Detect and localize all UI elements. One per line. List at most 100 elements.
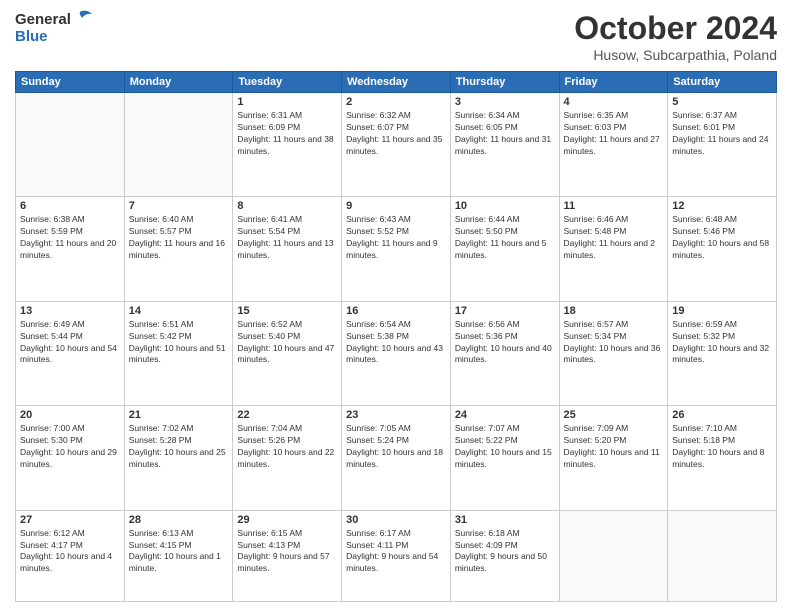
calendar-cell: 28 Sunrise: 6:13 AMSunset: 4:15 PMDayligh… xyxy=(124,510,233,601)
header-tuesday: Tuesday xyxy=(233,72,342,93)
day-info: Sunrise: 6:40 AMSunset: 5:57 PMDaylight:… xyxy=(129,214,229,262)
day-info: Sunrise: 7:04 AMSunset: 5:26 PMDaylight:… xyxy=(237,423,337,471)
page: General Blue October 2024 Husow, Subcarp… xyxy=(0,0,792,612)
calendar-header-row: Sunday Monday Tuesday Wednesday Thursday… xyxy=(16,72,777,93)
calendar-week-row: 13 Sunrise: 6:49 AMSunset: 5:44 PMDayligh… xyxy=(16,301,777,405)
day-info: Sunrise: 6:43 AMSunset: 5:52 PMDaylight:… xyxy=(346,214,446,262)
day-info: Sunrise: 6:59 AMSunset: 5:32 PMDaylight:… xyxy=(672,319,772,367)
day-number: 27 xyxy=(20,514,120,526)
header-thursday: Thursday xyxy=(450,72,559,93)
day-info: Sunrise: 6:13 AMSunset: 4:15 PMDaylight:… xyxy=(129,528,229,576)
day-number: 17 xyxy=(455,305,555,317)
header-saturday: Saturday xyxy=(668,72,777,93)
day-number: 16 xyxy=(346,305,446,317)
day-number: 12 xyxy=(672,200,772,212)
calendar-week-row: 6 Sunrise: 6:38 AMSunset: 5:59 PMDaylight… xyxy=(16,197,777,301)
calendar-week-row: 1 Sunrise: 6:31 AMSunset: 6:09 PMDaylight… xyxy=(16,93,777,197)
calendar-cell: 8 Sunrise: 6:41 AMSunset: 5:54 PMDaylight… xyxy=(233,197,342,301)
calendar-cell: 30Sunrise: 6:17 AMSunset: 4:11 PMDayligh… xyxy=(342,510,451,601)
day-info: Sunrise: 7:09 AMSunset: 5:20 PMDaylight:… xyxy=(564,423,664,471)
day-number: 9 xyxy=(346,200,446,212)
header-friday: Friday xyxy=(559,72,668,93)
logo: General Blue xyxy=(15,10,94,45)
day-number: 2 xyxy=(346,96,446,108)
day-number: 19 xyxy=(672,305,772,317)
day-info: Sunrise: 6:54 AMSunset: 5:38 PMDaylight:… xyxy=(346,319,446,367)
day-number: 28 xyxy=(129,514,229,526)
day-number: 7 xyxy=(129,200,229,212)
day-info: Sunrise: 6:52 AMSunset: 5:40 PMDaylight:… xyxy=(237,319,337,367)
day-info: Sunrise: 7:02 AMSunset: 5:28 PMDaylight:… xyxy=(129,423,229,471)
calendar-cell: 27 Sunrise: 6:12 AMSunset: 4:17 PMDayligh… xyxy=(16,510,125,601)
day-info: Sunrise: 6:51 AMSunset: 5:42 PMDaylight:… xyxy=(129,319,229,367)
logo-general: General xyxy=(15,11,71,28)
day-number: 31 xyxy=(455,514,555,526)
day-info: Sunrise: 6:18 AMSunset: 4:09 PMDaylight:… xyxy=(455,528,555,576)
day-info: Sunrise: 6:38 AMSunset: 5:59 PMDaylight:… xyxy=(20,214,120,262)
day-number: 25 xyxy=(564,409,664,421)
day-number: 5 xyxy=(672,96,772,108)
calendar-week-row: 20Sunrise: 7:00 AMSunset: 5:30 PMDayligh… xyxy=(16,406,777,510)
calendar-week-row: 27 Sunrise: 6:12 AMSunset: 4:17 PMDayligh… xyxy=(16,510,777,601)
calendar-cell: 17Sunrise: 6:56 AMSunset: 5:36 PMDayligh… xyxy=(450,301,559,405)
day-info: Sunrise: 6:31 AMSunset: 6:09 PMDaylight:… xyxy=(237,110,337,158)
calendar-cell: 14 Sunrise: 6:51 AMSunset: 5:42 PMDayligh… xyxy=(124,301,233,405)
calendar-cell: 1 Sunrise: 6:31 AMSunset: 6:09 PMDaylight… xyxy=(233,93,342,197)
day-info: Sunrise: 6:12 AMSunset: 4:17 PMDaylight:… xyxy=(20,528,120,576)
day-number: 18 xyxy=(564,305,664,317)
day-info: Sunrise: 7:07 AMSunset: 5:22 PMDaylight:… xyxy=(455,423,555,471)
day-number: 22 xyxy=(237,409,337,421)
calendar-cell: 24 Sunrise: 7:07 AMSunset: 5:22 PMDayligh… xyxy=(450,406,559,510)
calendar-cell: 6 Sunrise: 6:38 AMSunset: 5:59 PMDaylight… xyxy=(16,197,125,301)
day-info: Sunrise: 6:34 AMSunset: 6:05 PMDaylight:… xyxy=(455,110,555,158)
calendar-cell: 29Sunrise: 6:15 AMSunset: 4:13 PMDayligh… xyxy=(233,510,342,601)
calendar-cell: 25 Sunrise: 7:09 AMSunset: 5:20 PMDayligh… xyxy=(559,406,668,510)
calendar-cell: 21 Sunrise: 7:02 AMSunset: 5:28 PMDayligh… xyxy=(124,406,233,510)
calendar-cell xyxy=(124,93,233,197)
calendar-table: Sunday Monday Tuesday Wednesday Thursday… xyxy=(15,71,777,602)
day-info: Sunrise: 7:05 AMSunset: 5:24 PMDaylight:… xyxy=(346,423,446,471)
day-number: 6 xyxy=(20,200,120,212)
calendar-cell: 20Sunrise: 7:00 AMSunset: 5:30 PMDayligh… xyxy=(16,406,125,510)
logo-blue: Blue xyxy=(15,28,48,45)
header: General Blue October 2024 Husow, Subcarp… xyxy=(15,10,777,63)
day-number: 11 xyxy=(564,200,664,212)
day-info: Sunrise: 6:57 AMSunset: 5:34 PMDaylight:… xyxy=(564,319,664,367)
day-number: 4 xyxy=(564,96,664,108)
calendar-cell: 11 Sunrise: 6:46 AMSunset: 5:48 PMDayligh… xyxy=(559,197,668,301)
day-number: 30 xyxy=(346,514,446,526)
day-info: Sunrise: 6:46 AMSunset: 5:48 PMDaylight:… xyxy=(564,214,664,262)
day-info: Sunrise: 6:32 AMSunset: 6:07 PMDaylight:… xyxy=(346,110,446,158)
logo-bird-icon xyxy=(72,10,94,28)
calendar-cell: 26 Sunrise: 7:10 AMSunset: 5:18 PMDayligh… xyxy=(668,406,777,510)
day-info: Sunrise: 6:49 AMSunset: 5:44 PMDaylight:… xyxy=(20,319,120,367)
day-number: 21 xyxy=(129,409,229,421)
title-block: October 2024 Husow, Subcarpathia, Poland xyxy=(574,10,777,63)
day-info: Sunrise: 6:41 AMSunset: 5:54 PMDaylight:… xyxy=(237,214,337,262)
title-month: October 2024 xyxy=(574,10,777,47)
day-number: 14 xyxy=(129,305,229,317)
calendar-cell: 31 Sunrise: 6:18 AMSunset: 4:09 PMDayligh… xyxy=(450,510,559,601)
day-info: Sunrise: 7:00 AMSunset: 5:30 PMDaylight:… xyxy=(20,423,120,471)
day-info: Sunrise: 7:10 AMSunset: 5:18 PMDaylight:… xyxy=(672,423,772,471)
day-number: 26 xyxy=(672,409,772,421)
day-number: 23 xyxy=(346,409,446,421)
calendar-cell: 10Sunrise: 6:44 AMSunset: 5:50 PMDayligh… xyxy=(450,197,559,301)
day-info: Sunrise: 6:37 AMSunset: 6:01 PMDaylight:… xyxy=(672,110,772,158)
day-number: 3 xyxy=(455,96,555,108)
day-number: 13 xyxy=(20,305,120,317)
calendar-cell: 4 Sunrise: 6:35 AMSunset: 6:03 PMDaylight… xyxy=(559,93,668,197)
header-wednesday: Wednesday xyxy=(342,72,451,93)
day-info: Sunrise: 6:15 AMSunset: 4:13 PMDaylight:… xyxy=(237,528,337,576)
calendar-cell xyxy=(16,93,125,197)
day-number: 1 xyxy=(237,96,337,108)
day-number: 24 xyxy=(455,409,555,421)
calendar-cell: 2 Sunrise: 6:32 AMSunset: 6:07 PMDaylight… xyxy=(342,93,451,197)
calendar-cell: 13 Sunrise: 6:49 AMSunset: 5:44 PMDayligh… xyxy=(16,301,125,405)
day-number: 8 xyxy=(237,200,337,212)
calendar-cell: 3 Sunrise: 6:34 AMSunset: 6:05 PMDaylight… xyxy=(450,93,559,197)
title-location: Husow, Subcarpathia, Poland xyxy=(574,47,777,63)
day-info: Sunrise: 6:35 AMSunset: 6:03 PMDaylight:… xyxy=(564,110,664,158)
day-number: 15 xyxy=(237,305,337,317)
calendar-cell: 18 Sunrise: 6:57 AMSunset: 5:34 PMDayligh… xyxy=(559,301,668,405)
